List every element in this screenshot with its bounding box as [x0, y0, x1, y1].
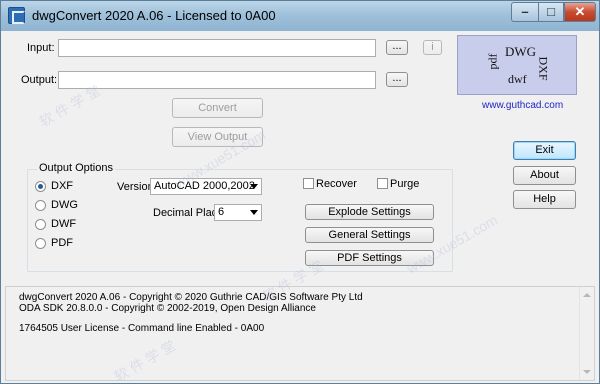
output-browse-button[interactable]: ...: [386, 72, 408, 87]
log-line: 1764505 User License - Command line Enab…: [19, 323, 265, 334]
logo-pdf-text: pdf: [485, 53, 500, 70]
info-button[interactable]: i: [423, 40, 442, 55]
convert-button[interactable]: Convert: [172, 98, 263, 118]
version-value: AutoCAD 2000,2002: [154, 180, 255, 192]
pdf-settings-button[interactable]: PDF Settings: [305, 250, 434, 266]
log-scrollbar[interactable]: [579, 287, 594, 380]
decimal-places-dropdown[interactable]: 6: [214, 204, 262, 221]
radio-pdf-label: PDF: [51, 237, 73, 249]
purge-label: Purge: [390, 178, 420, 190]
scroll-down-icon[interactable]: [583, 370, 591, 374]
maximize-button[interactable]: □: [538, 2, 564, 22]
log-line: dwgConvert 2020 A.06 - Copyright © 2020 …: [19, 292, 363, 303]
radio-pdf[interactable]: [35, 238, 46, 249]
radio-dxf-label: DXF: [51, 180, 73, 192]
input-browse-button[interactable]: ...: [386, 40, 408, 55]
radio-dwg-label: DWG: [51, 199, 78, 211]
logo-dxf-text: DXF: [536, 56, 551, 81]
radio-dwf[interactable]: [35, 219, 46, 230]
radio-dxf[interactable]: [35, 181, 46, 192]
input-field[interactable]: [58, 39, 376, 57]
log-text-area[interactable]: dwgConvert 2020 A.06 - Copyright © 2020 …: [5, 286, 595, 381]
chevron-down-icon: [250, 184, 258, 189]
title-bar[interactable]: dwgConvert 2020 A.06 - Licensed to 0A00 …: [1, 1, 599, 31]
output-options-title: Output Options: [37, 162, 115, 174]
radio-dwf-label: DWF: [51, 218, 77, 230]
logo-dwf-text: dwf: [508, 72, 527, 86]
output-field[interactable]: [58, 71, 376, 89]
close-button[interactable]: ✕: [564, 2, 596, 22]
app-window: dwgConvert 2020 A.06 - Licensed to 0A00 …: [0, 0, 600, 384]
exit-button[interactable]: Exit: [513, 141, 576, 160]
explode-settings-button[interactable]: Explode Settings: [305, 204, 434, 220]
purge-checkbox[interactable]: [377, 178, 388, 189]
app-icon[interactable]: [8, 7, 25, 24]
view-output-button[interactable]: View Output: [172, 127, 263, 147]
minimize-button[interactable]: –: [511, 2, 538, 22]
scroll-up-icon[interactable]: [583, 293, 591, 297]
window-title: dwgConvert 2020 A.06 - Licensed to 0A00: [32, 8, 276, 23]
recover-checkbox[interactable]: [303, 178, 314, 189]
recover-label: Recover: [316, 178, 357, 190]
version-dropdown[interactable]: AutoCAD 2000,2002: [150, 178, 262, 195]
guthcad-logo: DWG DXF dwf pdf: [457, 35, 577, 95]
decimal-places-value: 6: [218, 206, 225, 218]
logo-dwg-text: DWG: [505, 44, 537, 59]
log-line: ODA SDK 20.8.0.0 - Copyright © 2002-2019…: [19, 303, 316, 314]
about-button[interactable]: About: [513, 166, 576, 185]
general-settings-button[interactable]: General Settings: [305, 227, 434, 243]
output-label: Output:: [21, 74, 58, 86]
radio-dwg[interactable]: [35, 200, 46, 211]
website-link[interactable]: www.guthcad.com: [482, 100, 563, 111]
help-button[interactable]: Help: [513, 190, 576, 209]
chevron-down-icon: [250, 210, 258, 215]
input-label: Input:: [27, 42, 55, 54]
